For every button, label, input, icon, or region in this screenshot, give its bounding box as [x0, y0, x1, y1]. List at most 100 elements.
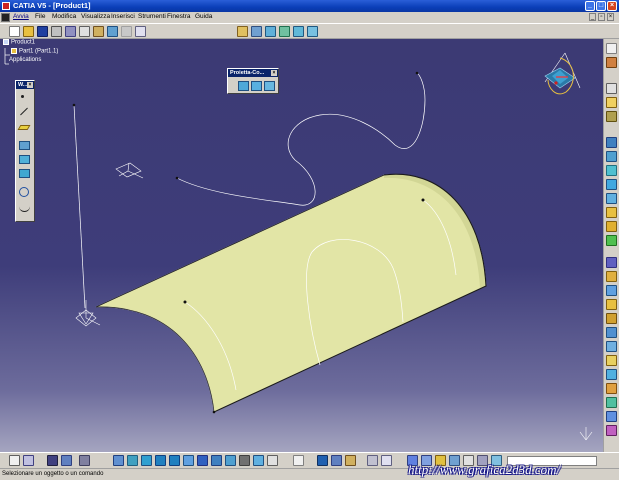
project-toolbar-close-button[interactable]: × [271, 70, 277, 76]
split-icon[interactable] [606, 285, 617, 296]
3d-scene[interactable] [0, 39, 603, 452]
maximize-button[interactable]: □ [596, 1, 606, 11]
cylinder-icon[interactable] [606, 151, 617, 162]
constraint-icon[interactable] [331, 455, 342, 466]
doc-close-button[interactable]: × [607, 13, 614, 21]
table-icon[interactable] [47, 455, 58, 466]
save-icon[interactable] [37, 26, 48, 37]
trim-icon[interactable] [606, 299, 617, 310]
menu-avvia[interactable]: Avvia [13, 13, 29, 20]
check-icon[interactable] [381, 455, 392, 466]
copy-icon[interactable] [79, 26, 90, 37]
boundary-icon[interactable] [606, 313, 617, 324]
join-icon[interactable] [606, 235, 617, 246]
open-icon[interactable] [23, 26, 34, 37]
fillet-icon[interactable] [606, 341, 617, 352]
plane-icon[interactable] [17, 125, 31, 130]
close-button[interactable]: × [607, 1, 617, 11]
spline-icon[interactable] [19, 203, 30, 212]
sketcher-icon[interactable] [606, 57, 617, 68]
offset-icon[interactable] [606, 165, 617, 176]
minimize-button[interactable]: _ [585, 1, 595, 11]
heal-icon[interactable] [606, 257, 617, 268]
project-icon[interactable] [238, 81, 249, 91]
iso-view-icon[interactable] [197, 455, 208, 466]
revolve-icon[interactable] [606, 111, 617, 122]
new-icon[interactable] [9, 26, 20, 37]
menu-strumenti[interactable]: Strumenti [138, 13, 166, 20]
menu-finestra[interactable]: Finestra [167, 13, 190, 20]
measure-between-icon[interactable] [293, 455, 304, 466]
fly-icon[interactable] [79, 455, 90, 466]
layer-icon[interactable] [267, 455, 278, 466]
shading-icon[interactable] [211, 455, 222, 466]
combine-icon[interactable] [251, 81, 262, 91]
blend-surface-icon[interactable] [606, 221, 617, 232]
tree-node-part1[interactable]: Part1 (Part1.1) [3, 48, 58, 57]
fill-surface-icon[interactable] [606, 193, 617, 204]
menu-file[interactable]: File [35, 13, 45, 20]
sketch-icon[interactable] [251, 26, 262, 37]
3d-viewport[interactable]: Product1 Part1 (Part1.1) Applications W.… [0, 39, 603, 452]
whats-this-icon[interactable] [135, 26, 146, 37]
pan-icon[interactable] [127, 455, 138, 466]
translate-icon[interactable] [606, 355, 617, 366]
loft-icon[interactable] [606, 207, 617, 218]
fill-icon[interactable] [279, 26, 290, 37]
symmetry-icon[interactable] [606, 383, 617, 394]
projection-icon[interactable] [19, 141, 30, 150]
swap-visible-icon[interactable] [253, 455, 264, 466]
affinity-icon[interactable] [606, 411, 617, 422]
multi-view-icon[interactable] [225, 455, 236, 466]
extract-icon[interactable] [606, 327, 617, 338]
swept-icon[interactable] [265, 26, 276, 37]
hide-show-icon[interactable] [239, 455, 250, 466]
cut-icon[interactable] [65, 26, 76, 37]
menu-modifica[interactable]: Modifica [52, 13, 76, 20]
cylindrical-surface[interactable] [95, 173, 487, 414]
offset-curve-icon[interactable] [19, 169, 30, 178]
snap-icon[interactable] [345, 455, 356, 466]
normal-view-icon[interactable] [183, 455, 194, 466]
tree-node-product1[interactable]: Product1 [3, 39, 58, 48]
menu-inserisci[interactable]: Inserisci [111, 13, 135, 20]
doc-restore-button[interactable]: ▫ [598, 13, 605, 21]
tree-node-applications[interactable]: Applications [3, 57, 58, 66]
toolbar-close-button[interactable]: × [27, 82, 33, 88]
extrude-icon[interactable] [307, 26, 318, 37]
undo-icon[interactable] [107, 26, 118, 37]
rotate-icon[interactable] [606, 369, 617, 380]
eraser-icon[interactable] [606, 425, 617, 436]
sphere-icon[interactable] [606, 137, 617, 148]
compass-icon[interactable] [544, 52, 581, 95]
untrim-icon[interactable] [606, 271, 617, 282]
knowledge-icon[interactable] [23, 455, 34, 466]
rotate-view-icon[interactable] [141, 455, 152, 466]
menu-visualizza[interactable]: Visualizza [81, 13, 110, 20]
grid-icon[interactable] [237, 26, 248, 37]
select-icon[interactable] [606, 43, 617, 54]
reflect-line-icon[interactable] [264, 81, 275, 91]
circle-icon[interactable] [19, 187, 29, 197]
project-toolbar-title[interactable]: Proietta-Co... × [228, 69, 278, 77]
fit-all-icon[interactable] [113, 455, 124, 466]
sweep-icon[interactable] [606, 179, 617, 190]
measure-icon[interactable] [606, 83, 617, 94]
zoom-in-icon[interactable] [155, 455, 166, 466]
extrude-surface-icon[interactable] [606, 97, 617, 108]
zoom-out-icon[interactable] [169, 455, 180, 466]
scaling-icon[interactable] [606, 397, 617, 408]
menu-guida[interactable]: Guida [195, 13, 212, 20]
redo-icon[interactable] [121, 26, 132, 37]
print-icon[interactable] [51, 26, 62, 37]
wireframe-toolbar-title[interactable]: W... × [16, 81, 34, 89]
straight-line[interactable] [73, 104, 86, 309]
point-icon[interactable] [21, 95, 24, 98]
catalog-icon[interactable] [61, 455, 72, 466]
line-icon[interactable] [20, 107, 28, 116]
formula-icon[interactable] [9, 455, 20, 466]
doc-minimize-button[interactable]: _ [589, 13, 596, 21]
blend-icon[interactable] [293, 26, 304, 37]
update-icon[interactable] [317, 455, 328, 466]
knowledge-advisor-icon[interactable] [367, 455, 378, 466]
